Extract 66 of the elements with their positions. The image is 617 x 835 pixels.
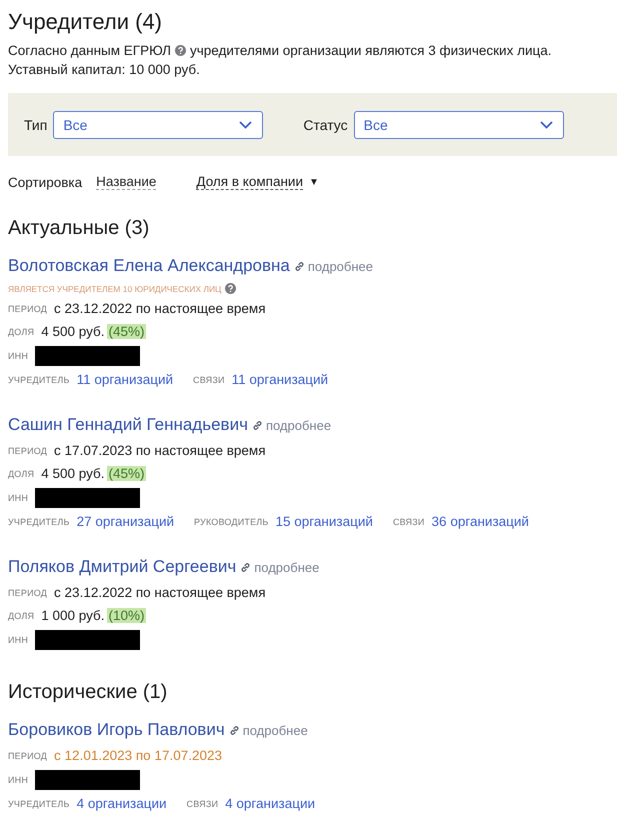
page-title: Учредители (4) <box>8 9 164 35</box>
period-value: с 12.01.2023 по 17.07.2023 <box>54 748 222 763</box>
founder-name[interactable]: Поляков Дмитрий Сергеевич <box>8 557 236 577</box>
share-percent: (45%) <box>107 466 146 481</box>
field-label: ДОЛЯ <box>8 326 34 336</box>
share-value: 4 500 руб. <box>41 324 104 339</box>
filter-dropdown[interactable]: Все <box>354 110 564 138</box>
link-icon <box>240 562 252 572</box>
organizations-link[interactable]: 4 организации <box>225 796 316 811</box>
sort-link[interactable]: Доля в компании <box>196 174 303 190</box>
summary-text: учредителями организации являются 3 физических лица. <box>190 43 552 58</box>
organizations-link[interactable]: 27 организаций <box>76 514 174 529</box>
organizations-link[interactable]: 4 организации <box>76 796 167 811</box>
organizations-link[interactable]: 11 организаций <box>232 372 328 387</box>
more-link[interactable]: подробнее <box>252 418 332 432</box>
field-label: СВЯЗИ <box>186 798 218 808</box>
organizations-link[interactable]: 15 организаций <box>276 514 373 529</box>
more-link[interactable]: подробнее <box>294 258 373 274</box>
founder-name[interactable]: Сашин Геннадий Геннадьевич <box>8 415 248 435</box>
founder-name[interactable]: Волотовская Елена Александровна <box>8 256 290 276</box>
field-label: ДОЛЯ <box>8 468 34 478</box>
share-percent: (10%) <box>107 608 146 623</box>
share-value: 1 000 руб. <box>41 608 104 623</box>
founder-name[interactable]: Боровиков Игорь Павлович <box>8 720 225 740</box>
field-label: ПЕРИОД <box>8 446 48 456</box>
help-icon[interactable] <box>225 283 236 294</box>
chevron-icon <box>540 120 553 128</box>
field-label: ИНН <box>8 774 28 784</box>
founder-note: ЯВЛЯЕТСЯ УЧРЕДИТЕЛЕМ 10 ЮРИДИЧЕСКИХ ЛИЦ <box>8 284 222 294</box>
organizations-link[interactable]: 36 организаций <box>432 514 529 529</box>
field-label: СВЯЗИ <box>193 374 225 384</box>
chevron-icon <box>239 120 252 128</box>
field-label: ПЕРИОД <box>8 304 48 314</box>
link-icon <box>252 420 263 430</box>
capital-text: Уставный капитал: 10 000 руб. <box>8 62 200 77</box>
field-label: СВЯЗИ <box>392 516 425 526</box>
share-percent: (45%) <box>107 324 146 339</box>
link-icon <box>294 260 305 272</box>
summary-text: Согласно данным ЕГРЮЛ <box>8 43 171 58</box>
more-link[interactable]: подробнее <box>228 722 308 738</box>
field-label: РУКОВОДИТЕЛЬ <box>194 516 268 526</box>
help-icon[interactable] <box>174 45 186 56</box>
organizations-link[interactable]: 11 организаций <box>76 372 174 387</box>
field-label: ИНН <box>8 492 28 502</box>
sort-arrow: ▼ <box>309 176 319 188</box>
field-label: ИНН <box>8 350 28 360</box>
sort-link[interactable]: Название <box>96 174 156 190</box>
filter-label: Тип <box>24 116 48 132</box>
share-value: 4 500 руб. <box>41 466 104 481</box>
field-label: УЧРЕДИТЕЛЬ <box>8 374 70 384</box>
field-label: УЧРЕДИТЕЛЬ <box>8 798 70 808</box>
link-icon <box>228 724 240 736</box>
field-label: ДОЛЯ <box>8 610 34 620</box>
more-link[interactable]: подробнее <box>240 560 320 574</box>
section-heading: Исторические (1) <box>8 680 168 705</box>
period-value: с 23.12.2022 по настоящее время <box>54 585 266 600</box>
section-heading: Актуальные (3) <box>8 216 150 241</box>
sort-label: Сортировка <box>8 174 82 190</box>
period-value: с 23.12.2022 по настоящее время <box>54 301 266 316</box>
period-value: с 17.07.2023 по настоящее время <box>54 443 266 458</box>
field-label: УЧРЕДИТЕЛЬ <box>8 516 70 526</box>
field-label: ПЕРИОД <box>8 750 48 760</box>
field-label: ИНН <box>8 634 28 644</box>
field-label: ПЕРИОД <box>8 588 48 598</box>
filter-label: Статус <box>303 116 348 132</box>
filter-dropdown[interactable]: Все <box>53 110 264 138</box>
